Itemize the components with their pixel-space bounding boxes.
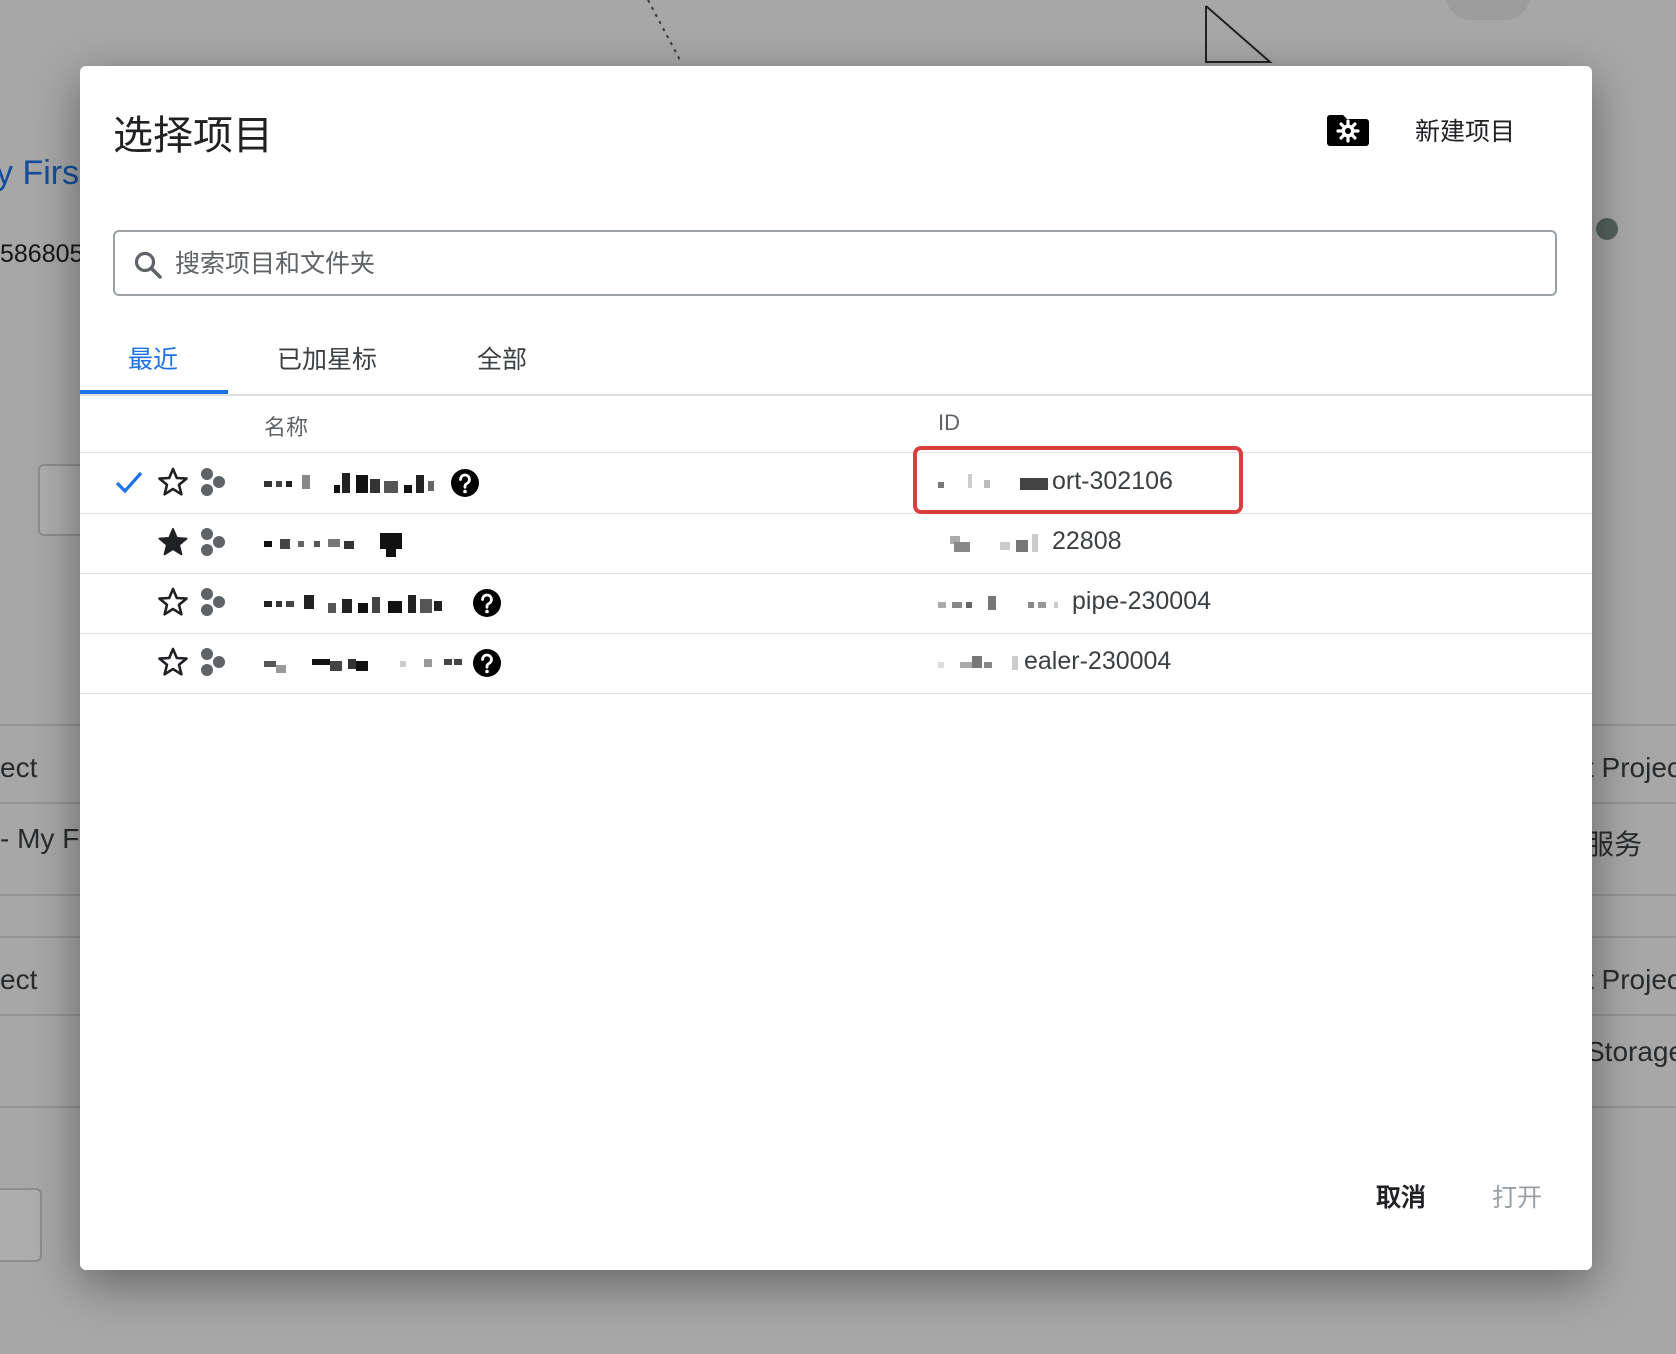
tab-starred[interactable]: 已加星标	[277, 340, 377, 376]
tab-all[interactable]: 全部	[477, 340, 527, 376]
project-id: ort-302106	[938, 467, 1173, 496]
new-project-button[interactable]: 新建项目	[1415, 112, 1515, 148]
star-outline-icon[interactable]	[157, 586, 189, 618]
help-icon[interactable]	[472, 648, 502, 678]
column-header-name: 名称	[264, 415, 309, 440]
tab-recent[interactable]: 最近	[128, 340, 178, 376]
project-row[interactable]: 22808	[80, 513, 1592, 574]
column-header-id: ID	[938, 410, 960, 435]
star-outline-icon[interactable]	[157, 646, 189, 678]
check-icon	[115, 471, 143, 494]
help-icon[interactable]	[472, 588, 502, 618]
star-filled-icon[interactable]	[157, 526, 189, 558]
search-box	[113, 230, 1557, 296]
tabs-divider	[80, 394, 1592, 396]
folder-gear-icon	[1327, 115, 1369, 146]
manage-resources-button[interactable]	[1327, 111, 1369, 147]
id-redacted	[938, 656, 1018, 671]
project-id: 22808	[938, 527, 1122, 556]
help-icon[interactable]	[450, 468, 480, 498]
project-name-redacted	[264, 659, 462, 673]
project-row[interactable]: ort-302106	[80, 453, 1592, 514]
project-row[interactable]: ealer-230004	[80, 633, 1592, 694]
project-hexagons-icon	[201, 588, 225, 616]
open-button[interactable]: 打开	[1492, 1178, 1542, 1214]
project-name-redacted	[264, 473, 434, 493]
id-redacted	[938, 596, 1058, 611]
project-row[interactable]: pipe-230004	[80, 573, 1592, 634]
dialog-title: 选择项目	[113, 114, 273, 158]
project-hexagons-icon	[201, 648, 225, 676]
project-id: pipe-230004	[938, 587, 1211, 616]
project-hexagons-icon	[201, 528, 225, 556]
star-outline-icon[interactable]	[157, 466, 189, 498]
project-name-redacted	[264, 533, 402, 557]
select-project-dialog: 选择项目 新建项目 最近 已加星标 全部 名称 ID	[80, 66, 1592, 1270]
search-input[interactable]	[173, 240, 1537, 288]
project-name-redacted	[264, 595, 442, 613]
search-icon	[134, 251, 162, 279]
id-redacted	[938, 474, 1048, 491]
project-hexagons-icon	[201, 468, 225, 496]
cancel-button[interactable]: 取消	[1376, 1178, 1426, 1214]
project-id: ealer-230004	[938, 647, 1171, 676]
id-redacted	[950, 534, 1038, 553]
